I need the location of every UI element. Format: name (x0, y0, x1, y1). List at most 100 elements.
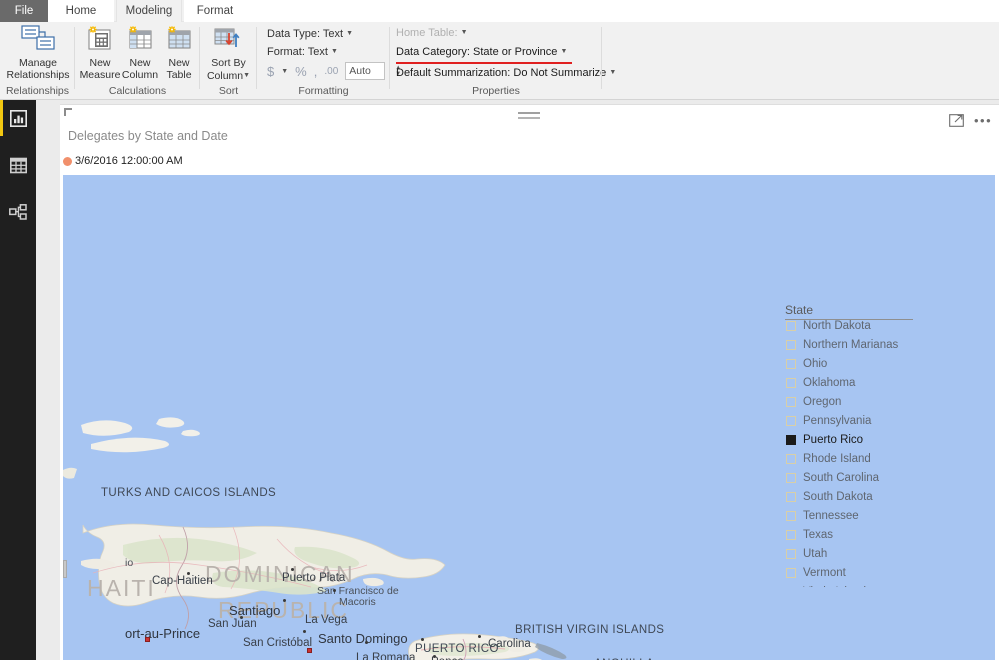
chevron-down-icon[interactable]: ▼ (281, 68, 288, 75)
ribbon-group-sort: Sort By Column▼ Sort (200, 22, 257, 100)
slicer-item-label: Puerto Rico (803, 433, 864, 446)
slicer-item[interactable]: Tennessee (778, 506, 973, 525)
slicer-item[interactable]: Utah (778, 544, 973, 563)
map-scroll-handle[interactable] (63, 560, 67, 578)
group-label-properties: Properties (472, 85, 520, 97)
slicer-item-label: Oregon (803, 395, 842, 408)
home-table-label: Home Table: (396, 27, 458, 39)
slicer-item-label: Texas (803, 528, 834, 541)
checkbox-icon[interactable] (786, 529, 796, 540)
slicer-header: State (785, 303, 913, 320)
slicer-item[interactable]: Virgin Islands (778, 582, 973, 587)
slicer-item[interactable]: Oklahoma (778, 373, 973, 392)
slicer-item-label: Rhode Island (803, 452, 871, 465)
data-view-icon (9, 157, 27, 173)
ribbon-separator (601, 27, 602, 89)
format-label: Format: Text (267, 46, 328, 58)
visual-more-options-button[interactable]: ••• (974, 114, 992, 127)
checkbox-checked-icon[interactable] (786, 434, 796, 445)
checkbox-icon[interactable] (786, 567, 796, 578)
checkbox-icon[interactable] (786, 548, 796, 559)
state-slicer[interactable]: State North Dakota Northern Marianas Ohio O… (778, 303, 973, 587)
checkbox-icon[interactable] (786, 320, 796, 331)
format-dropdown[interactable]: Format: Text ▼ (267, 46, 338, 58)
powerbi-desktop-window: File Home Modeling Format Manage Relatio… (0, 0, 999, 660)
manage-relationships-icon (21, 25, 55, 56)
formatting-toolbar-row: $ ▼ % , .00 Auto ▲ ▼ (267, 62, 404, 80)
slicer-item[interactable]: Vermont (778, 563, 973, 582)
slicer-item-list[interactable]: North Dakota Northern Marianas Ohio Oklahom… (778, 316, 973, 587)
data-type-dropdown[interactable]: Data Type: Text ▼ (267, 28, 353, 40)
tab-modeling[interactable]: Modeling (116, 0, 182, 22)
visual-title: Delegates by State and Date (68, 129, 228, 143)
slicer-item[interactable]: Ohio (778, 354, 973, 373)
sort-by-line1: Sort By (211, 57, 246, 69)
sort-by-column-button[interactable]: Sort By Column▼ (202, 25, 255, 82)
city-dot (433, 655, 436, 658)
default-summarization-dropdown[interactable]: Default Summarization: Do Not Summarize … (396, 67, 616, 79)
left-view-navigation (0, 100, 36, 660)
capital-marker (145, 637, 150, 642)
new-measure-button[interactable]: New Measure (79, 25, 121, 81)
checkbox-icon[interactable] (786, 510, 796, 521)
slicer-item[interactable]: Pennsylvania (778, 411, 973, 430)
sort-by-column-icon (212, 25, 246, 56)
chevron-down-icon: ▼ (331, 48, 338, 55)
city-dot (333, 589, 336, 592)
checkbox-icon[interactable] (786, 396, 796, 407)
slicer-item[interactable]: Texas (778, 525, 973, 544)
nav-data-view[interactable] (0, 147, 36, 183)
chevron-down-icon: ▼ (460, 29, 468, 36)
group-label-sort: Sort (218, 85, 239, 97)
tabbar-filler (246, 0, 999, 22)
tab-format[interactable]: Format (184, 0, 246, 22)
tab-home[interactable]: Home (48, 0, 114, 22)
checkbox-icon[interactable] (786, 472, 796, 483)
currency-format-button[interactable]: $ (267, 64, 274, 79)
default-summarization-label: Default Summarization: Do Not Summarize (396, 67, 607, 79)
new-table-button[interactable]: New Table (159, 25, 199, 81)
percent-format-button[interactable]: % (295, 64, 307, 79)
slicer-item[interactable]: South Carolina (778, 468, 973, 487)
decimal-places-button[interactable]: .00 (324, 66, 338, 77)
slicer-item[interactable]: South Dakota (778, 487, 973, 506)
legend[interactable]: 3/6/2016 12:00:00 AM (63, 155, 183, 167)
nav-report-view[interactable] (0, 100, 36, 136)
home-table-dropdown[interactable]: Home Table: ▼ (396, 27, 468, 39)
slicer-item-label: Utah (803, 547, 828, 560)
legend-color-swatch (63, 156, 72, 166)
thousands-separator-button[interactable]: , (314, 64, 318, 79)
checkbox-icon[interactable] (786, 377, 796, 388)
new-column-button[interactable]: New Column (119, 25, 161, 81)
new-column-label: New Column (122, 57, 158, 81)
chevron-down-icon: ▼ (609, 69, 617, 76)
tab-file[interactable]: File (0, 0, 48, 22)
nav-relationship-view[interactable] (0, 194, 36, 230)
city-dot (187, 572, 190, 575)
slicer-item-label: North Dakota (803, 319, 871, 332)
manage-relationships-button[interactable]: Manage Relationships (6, 25, 70, 81)
checkbox-icon[interactable] (786, 586, 796, 587)
panel-drag-handle[interactable] (518, 112, 540, 123)
report-view-icon (9, 109, 27, 127)
data-category-dropdown[interactable]: Data Category: State or Province ▼ (396, 46, 567, 58)
slicer-item[interactable]: Northern Marianas (778, 335, 973, 354)
decimal-places-input[interactable]: Auto (345, 62, 386, 80)
checkbox-icon[interactable] (786, 339, 796, 350)
city-dot (478, 635, 481, 638)
visual-corner-handle[interactable] (64, 108, 72, 116)
report-visual-panel[interactable]: ••• Delegates by State and Date 3/6/2016… (60, 104, 999, 660)
sort-by-column-label: Sort By Column▼ (207, 57, 250, 82)
new-table-label: New Table (166, 57, 191, 81)
checkbox-icon[interactable] (786, 491, 796, 502)
checkbox-icon[interactable] (786, 415, 796, 426)
slicer-item[interactable]: Rhode Island (778, 449, 973, 468)
checkbox-icon[interactable] (786, 453, 796, 464)
data-type-label: Data Type: Text (267, 28, 344, 40)
checkbox-icon[interactable] (786, 358, 796, 369)
slicer-item[interactable]: Oregon (778, 392, 973, 411)
data-category-highlight-underline (396, 62, 572, 64)
manage-relationships-label: Manage Relationships (6, 57, 69, 81)
slicer-item[interactable]: Puerto Rico (778, 430, 973, 449)
focus-mode-icon[interactable] (949, 114, 964, 127)
